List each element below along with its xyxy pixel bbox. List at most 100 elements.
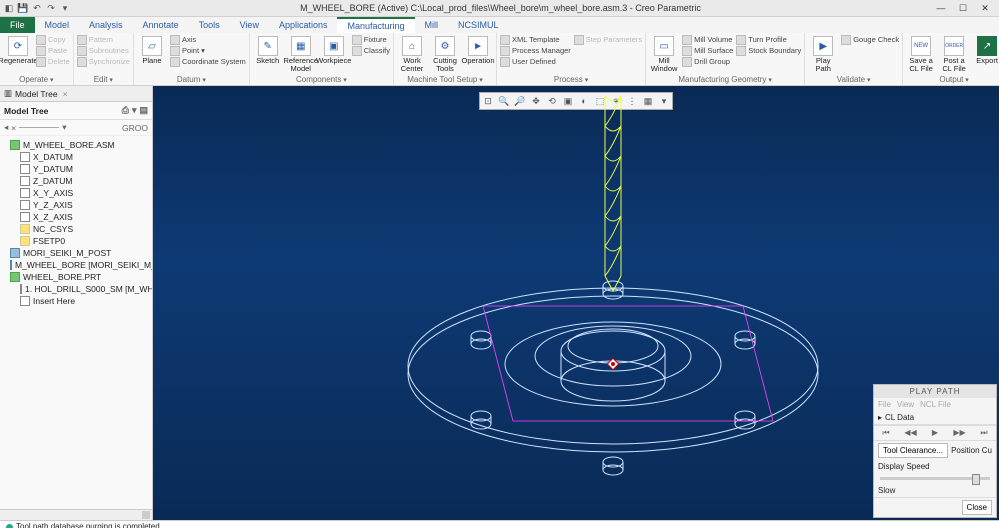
group-label[interactable]: Manufacturing Geometry [649,74,801,85]
tree-node[interactable]: Z_DATUM [2,175,150,187]
tree-node[interactable]: NC_CSYS [2,223,150,235]
play-button[interactable]: ▶ [927,428,943,438]
tree-node[interactable]: FSETP0 [2,235,150,247]
cuttingtools-button[interactable]: ⚙Cutting Tools [430,35,460,73]
vp-zoomout-icon[interactable]: 🔎 [514,96,526,107]
tab-mill[interactable]: Mill [415,17,449,33]
tree-collapse-icon[interactable]: ▾ [62,122,66,133]
tree-node[interactable]: M_WHEEL_BORE [MORI_SEIKI_M_POST] [2,259,150,271]
tree-expand-icon[interactable]: ◂ [4,122,8,133]
tab-applications[interactable]: Applications [269,17,338,33]
tree-scrollbar[interactable] [0,509,152,520]
group-label[interactable]: Operate [3,74,70,85]
vp-pan-icon[interactable]: ✥ [530,96,542,107]
tree-node[interactable]: Y_DATUM [2,163,150,175]
close-panel-button[interactable]: Close [962,500,992,515]
undo-icon[interactable]: ↶ [32,3,42,13]
pp-tab-file[interactable]: File [878,400,891,409]
end-button[interactable]: ⏭ [976,428,992,438]
tree-body[interactable]: M_WHEEL_BORE.ASMX_DATUMY_DATUMZ_DATUMX_Y… [0,136,152,509]
fixture-button[interactable]: Fixture [352,35,390,45]
3d-viewport[interactable]: ⊡ 🔍 🔎 ✥ ⟲ ▣ ◐ ⬚ ✶ ⋮ ▦ ▾ [153,86,999,520]
playpath-button[interactable]: ▶Play Path [808,35,838,73]
plane-button[interactable]: ▱Plane [137,35,167,65]
drillgroup-button[interactable]: Drill Group [682,57,733,67]
tab-tools[interactable]: Tools [189,17,230,33]
csys-button[interactable]: Coordinate System [170,57,246,67]
cl-data-row[interactable]: ▸CL Data [874,411,996,425]
speed-slider[interactable] [880,477,990,480]
classify-button[interactable]: Classify [352,46,390,56]
tab-view[interactable]: View [230,17,269,33]
group-label[interactable]: Datum [137,74,246,85]
workcenter-button[interactable]: ⌂Work Center [397,35,427,73]
pp-tab-ncl[interactable]: NCL File [920,400,951,409]
slider-thumb[interactable] [972,474,980,485]
vp-views-icon[interactable]: ▣ [562,96,574,107]
vp-refit-icon[interactable]: ⊡ [482,96,494,107]
stockboundary-button[interactable]: Stock Boundary [736,46,801,56]
group-label[interactable]: Process [500,74,642,85]
point-button[interactable]: Point ▾ [170,46,246,56]
qat-dropdown-icon[interactable]: ▾ [60,3,70,13]
tab-analysis[interactable]: Analysis [79,17,133,33]
group-label[interactable]: Validate [808,74,899,85]
tree-filter-icon[interactable]: ▾ [132,105,137,116]
tree-node[interactable]: X_Y_AXIS [2,187,150,199]
vp-zoomin-icon[interactable]: 🔍 [498,96,510,107]
tree-node[interactable]: MORI_SEIKI_M_POST [2,247,150,259]
rewind-button[interactable]: ⏮ [878,428,894,438]
tree-search-icon[interactable]: × [11,123,16,133]
tab-manufacturing[interactable]: Manufacturing [337,17,414,33]
vp-rotate-icon[interactable]: ⟲ [546,96,558,107]
regenerate-button[interactable]: ⟳Regenerate [3,35,33,65]
save-icon[interactable]: 💾 [18,3,28,13]
axis-button[interactable]: Axis [170,35,246,45]
group-label[interactable]: Edit [77,74,130,85]
processmgr-button[interactable]: Process Manager [500,46,571,56]
redo-icon[interactable]: ↷ [46,3,56,13]
pp-tab-view[interactable]: View [897,400,914,409]
saveclfile-button[interactable]: NEWSave a CL File [906,35,936,73]
close-button[interactable]: ✕ [975,2,995,14]
vp-annot-icon[interactable]: ⋮ [626,96,638,107]
vp-style-icon[interactable]: ◐ [578,96,590,106]
postclfile-button[interactable]: ORDERPost a CL File [939,35,969,73]
tab-file[interactable]: File [0,17,35,33]
millvolume-button[interactable]: Mill Volume [682,35,733,45]
tree-node[interactable]: X_DATUM [2,151,150,163]
stepback-button[interactable]: ◀◀ [903,428,919,438]
vp-display-icon[interactable]: ⬚ [594,96,606,107]
xmltemplate-button[interactable]: XML Template [500,35,571,45]
tree-node[interactable]: WHEEL_BORE.PRT [2,271,150,283]
tree-node[interactable]: X_Z_AXIS [2,211,150,223]
tree-node[interactable]: Insert Here [2,295,150,307]
tree-settings-icon[interactable]: ⎙ [122,105,129,116]
tree-node[interactable]: M_WHEEL_BORE.ASM [2,139,150,151]
minimize-button[interactable]: — [931,2,951,14]
millsurface-button[interactable]: Mill Surface [682,46,733,56]
tree-tab[interactable]: ▥Model Tree× [0,86,152,102]
millwindow-button[interactable]: ▭Mill Window [649,35,679,73]
export-button[interactable]: ↗Export [972,35,999,65]
workpiece-button[interactable]: ▣Workpiece [319,35,349,65]
close-icon[interactable]: × [63,89,68,99]
operation-button[interactable]: ►Operation [463,35,493,65]
tab-annotate[interactable]: Annotate [133,17,189,33]
sketch-button[interactable]: ✎Sketch [253,35,283,65]
userdefined-button[interactable]: User Defined [500,57,571,67]
tree-show-icon[interactable]: ▤ [139,105,148,116]
tree-node[interactable]: Y_Z_AXIS [2,199,150,211]
turnprofile-button[interactable]: Turn Profile [736,35,801,45]
maximize-button[interactable]: ☐ [953,2,973,14]
group-label[interactable]: Components [253,74,390,85]
refmodel-button[interactable]: ▦Reference Model [286,35,316,73]
gougecheck-button[interactable]: Gouge Check [841,35,899,45]
group-label[interactable]: Output [906,74,999,85]
tab-model[interactable]: Model [35,17,80,33]
tree-node[interactable]: 1. HOL_DRILL_S000_SM [M_WHEEL_BORE] [2,283,150,295]
group-label[interactable]: Machine Tool Setup [397,74,493,85]
tree-search-input[interactable] [19,127,59,128]
tab-ncsimul[interactable]: NCSIMUL [448,17,509,33]
tool-clearance-button[interactable]: Tool Clearance... [878,443,948,458]
